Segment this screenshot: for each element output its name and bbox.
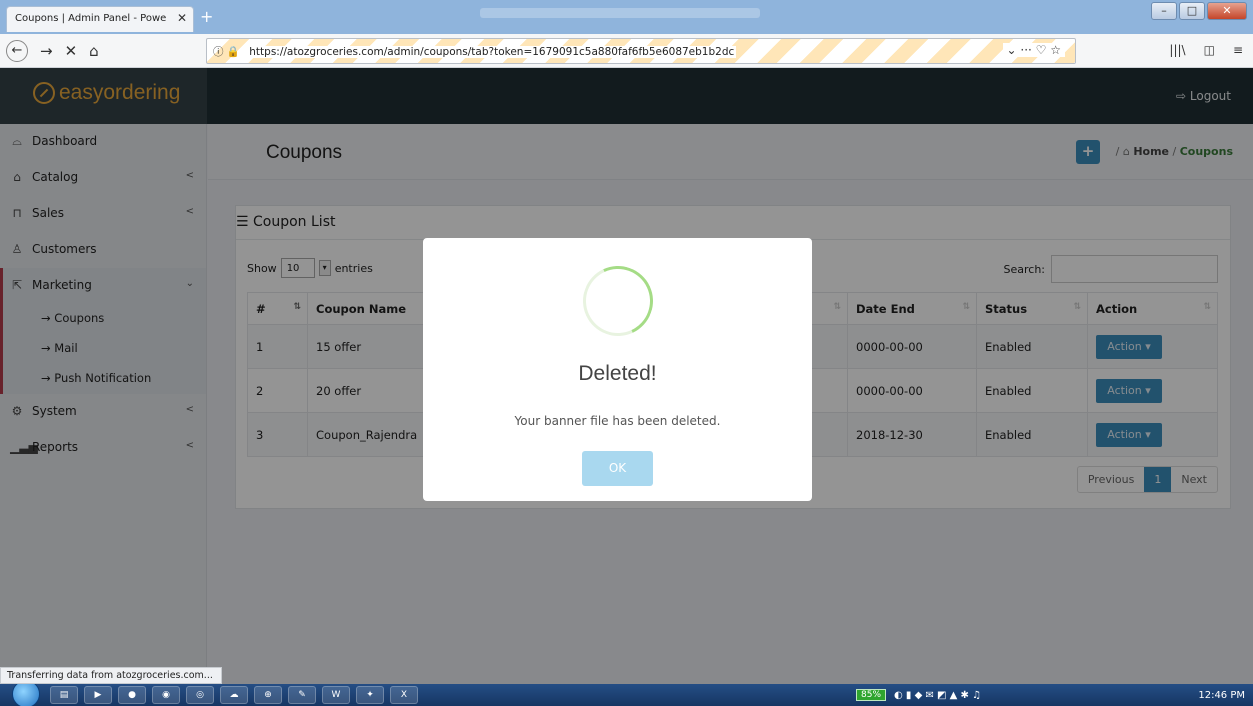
explorer-icon[interactable]: ▤ [50,686,78,704]
minimize-button[interactable]: – [1151,2,1177,20]
success-spinner-icon [573,256,663,346]
library-icon[interactable]: |||\ [1169,43,1185,57]
deleted-dialog: Deleted! Your banner file has been delet… [423,238,812,501]
new-tab-button[interactable]: + [200,7,213,26]
lock-icon[interactable]: 🔒 [227,46,240,58]
excel-icon[interactable]: X [390,686,418,704]
app-icon[interactable]: ● [118,686,146,704]
url-text[interactable]: https://atozgroceries.com/admin/coupons/… [247,46,737,58]
browser-status-text: Transferring data from atozgroceries.com… [0,667,222,684]
chrome-icon[interactable]: ◉ [152,686,180,704]
tab-close-icon[interactable]: ✕ [177,11,187,25]
app-icon[interactable]: ✦ [356,686,384,704]
clock[interactable]: 12:46 PM [1198,690,1245,701]
stop-icon[interactable]: ✕ [65,42,78,60]
battery-indicator[interactable]: 85% [856,689,887,701]
back-arrow-icon[interactable]: ← [6,40,28,62]
word-icon[interactable]: W [322,686,350,704]
maximize-button[interactable]: □ [1179,2,1205,20]
firefox-icon[interactable]: ◎ [186,686,214,704]
url-actions[interactable]: ⌄ ··· ♡ ☆ [1002,43,1065,57]
dialog-title: Deleted! [578,362,657,385]
sidebar-icon[interactable]: ◫ [1204,43,1215,57]
menu-icon[interactable]: ≡ [1233,43,1243,57]
browser-nav-bar: ← → ✕ ⌂ ⓘ 🔒 https://atozgroceries.com/ad… [0,34,1253,68]
browser-tab-bar: Coupons | Admin Panel - Powe ✕ + – □ ✕ [0,0,1253,34]
browser-tab[interactable]: Coupons | Admin Panel - Powe ✕ [6,6,194,32]
tab-title: Coupons | Admin Panel - Powe [15,13,167,24]
windows-taskbar: ▤ ▶ ● ◉ ◎ ☁ ⊕ ✎ W ✦ X 85% ◐ ▮ ◆ ✉ ◩ ▲ ✱ … [0,680,1253,706]
url-bar[interactable]: ⓘ 🔒 https://atozgroceries.com/admin/coup… [206,38,1076,64]
globe-icon[interactable]: ⊕ [254,686,282,704]
close-window-button[interactable]: ✕ [1207,2,1247,20]
tray-icons[interactable]: ◐ ▮ ◆ ✉ ◩ ▲ ✱ ♫ [894,690,981,701]
system-tray: 85% ◐ ▮ ◆ ✉ ◩ ▲ ✱ ♫ 12:46 PM [856,686,1253,704]
dialog-message: Your banner file has been deleted. [514,414,721,428]
window-title-blur [480,8,760,18]
forward-arrow-icon[interactable]: → [40,42,53,60]
ok-button[interactable]: OK [582,451,653,486]
media-player-icon[interactable]: ▶ [84,686,112,704]
app-icon[interactable]: ✎ [288,686,316,704]
app-icon[interactable]: ☁ [220,686,248,704]
home-icon[interactable]: ⌂ [89,42,99,60]
window-controls: – □ ✕ [1151,2,1247,20]
info-icon[interactable]: ⓘ [213,46,224,58]
